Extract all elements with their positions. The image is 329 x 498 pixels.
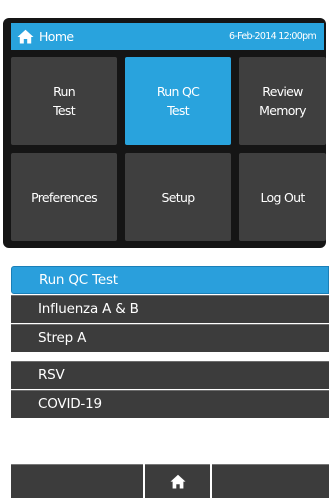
bottom-bar-home-button[interactable]	[145, 464, 210, 498]
tile-run-qc-test[interactable]: Run QC Test	[125, 57, 231, 145]
tile-run-test[interactable]: Run Test	[11, 57, 117, 145]
home-icon	[170, 474, 186, 489]
home-icon[interactable]	[17, 29, 34, 44]
list-item-influenza-a-b[interactable]: Influenza A & B	[11, 295, 329, 323]
list-item-strep-a[interactable]: Strep A	[11, 324, 329, 352]
header-datetime: 6-Feb-2014 12:00pm	[229, 31, 317, 42]
bottom-bar-right-button[interactable]	[212, 464, 329, 498]
home-header-left[interactable]: Home	[17, 29, 74, 44]
tile-preferences[interactable]: Preferences	[11, 153, 117, 241]
bottom-bar-left-button[interactable]	[11, 464, 143, 498]
tile-setup[interactable]: Setup	[125, 153, 231, 241]
tile-log-out[interactable]: Log Out	[239, 153, 326, 241]
header-title: Home	[39, 29, 74, 44]
list-item-covid-19[interactable]: COVID-19	[11, 390, 329, 418]
tile-review-memory[interactable]: Review Memory	[239, 57, 326, 145]
list-item-run-qc-test[interactable]: Run QC Test	[11, 266, 329, 294]
list-item-rsv[interactable]: RSV	[11, 361, 329, 389]
home-header-bar: Home 6-Feb-2014 12:00pm	[11, 23, 324, 50]
